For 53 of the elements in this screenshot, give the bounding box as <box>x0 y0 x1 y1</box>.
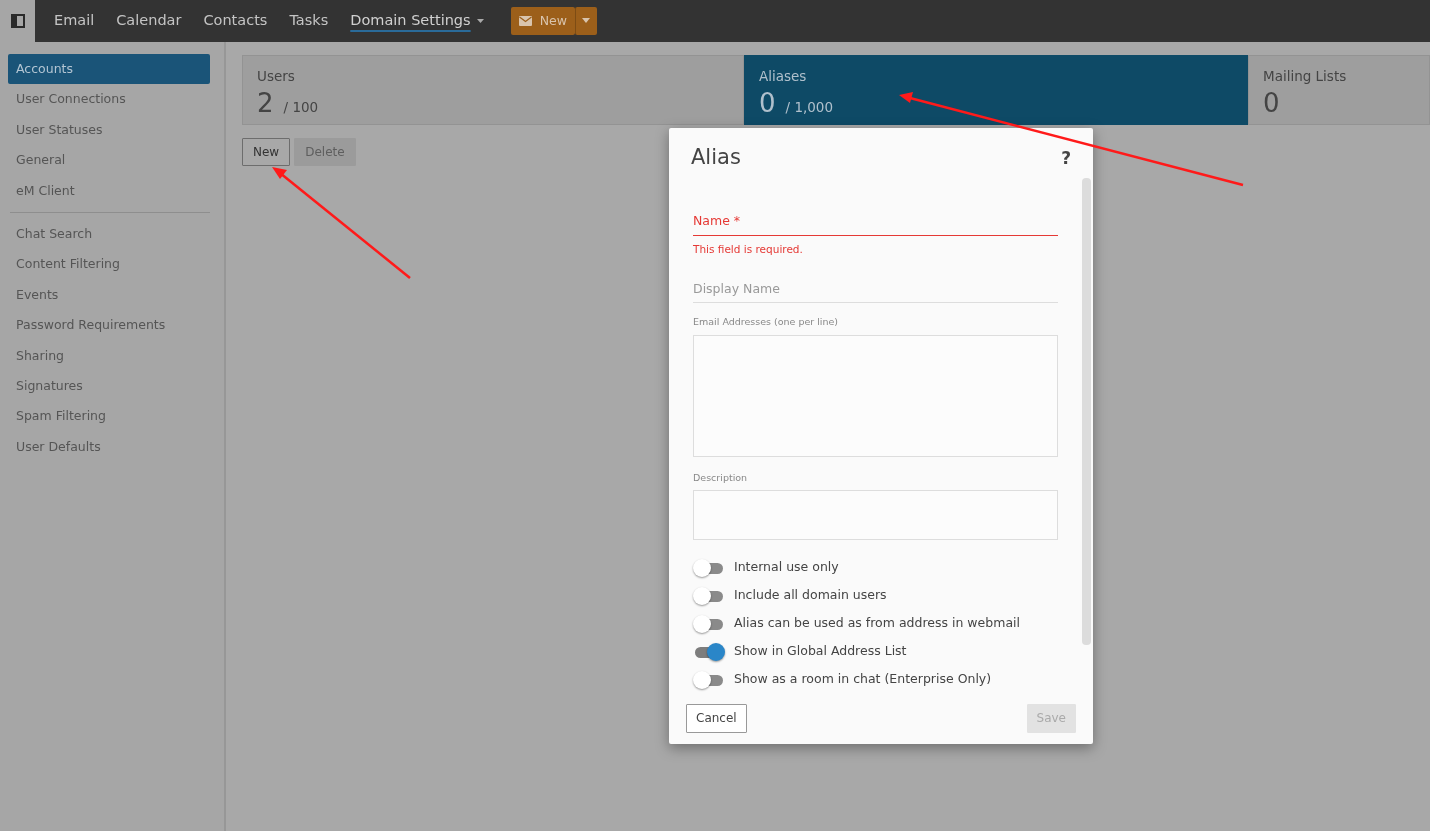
toggle-switch[interactable] <box>693 670 725 689</box>
stat-tile[interactable]: Users 2 / 100 <box>242 55 744 125</box>
toggle-label: Show in Global Address List <box>734 642 907 661</box>
envelope-icon <box>518 16 532 26</box>
sidebar-item[interactable]: Password Requirements <box>8 310 210 341</box>
toggle-switch[interactable] <box>693 642 725 661</box>
toggle-switch[interactable] <box>693 558 725 577</box>
toggle-switch[interactable] <box>693 586 725 605</box>
toggle-label: Alias can be used as from address in webmail <box>734 614 1020 633</box>
nav-tab[interactable]: Tasks <box>278 10 340 32</box>
help-button[interactable]: ? <box>1061 146 1071 172</box>
sidebar-item[interactable]: Sharing <box>8 340 210 371</box>
stat-tile[interactable]: Aliases 0 / 1,000 <box>744 55 1248 125</box>
tile-count: 0 <box>1263 90 1280 117</box>
sidebar-toggle-icon[interactable] <box>10 14 25 28</box>
tile-count: 0 <box>759 90 776 117</box>
sidebar-item[interactable]: Spam Filtering <box>8 401 210 432</box>
sidebar-item[interactable]: Events <box>8 279 210 311</box>
nav-tab[interactable]: Calendar <box>105 10 193 32</box>
nav-tab[interactable]: Contacts <box>192 10 279 32</box>
sidebar-item[interactable]: User Defaults <box>8 431 210 463</box>
new-menu-button[interactable] <box>574 7 597 35</box>
tile-count: 2 <box>257 90 274 117</box>
tile-label: Mailing Lists <box>1263 67 1348 86</box>
stat-tile[interactable]: Mailing Lists 0 <box>1248 55 1430 125</box>
tile-limit: / 1,000 <box>785 98 834 118</box>
toggle-label: Internal use only <box>734 558 839 577</box>
field-label: Email Addresses (one per line) <box>693 315 840 330</box>
tile-limit: / 100 <box>283 98 319 118</box>
nav-tab[interactable]: Domain Settings <box>339 10 495 32</box>
tile-label: Aliases <box>759 67 808 86</box>
scrollbar[interactable] <box>1082 178 1091 645</box>
field-label: Description <box>693 470 749 485</box>
sidebar-item[interactable]: User Connections <box>8 84 210 115</box>
sidebar-item[interactable]: eM Client <box>8 175 210 206</box>
error-message: This field is required. <box>693 241 804 257</box>
tile-label: Users <box>257 67 296 86</box>
dialog-button[interactable]: Cancel <box>686 703 747 733</box>
sidebar-item[interactable]: User Statuses <box>8 114 210 146</box>
caret-icon <box>582 18 591 23</box>
nav-tab[interactable]: Email <box>43 10 106 32</box>
sidebar-item[interactable]: Accounts <box>8 54 210 85</box>
sidebar-item[interactable]: Signatures <box>8 370 210 402</box>
toggle-label: Include all domain users <box>734 586 887 605</box>
dialog-title: Alias <box>691 144 741 171</box>
toggle-switch[interactable] <box>693 614 725 633</box>
text-field[interactable]: Name * <box>693 208 1058 236</box>
sidebar-item[interactable]: General <box>8 145 210 176</box>
toggle-label: Show as a room in chat (Enterprise Only) <box>734 670 992 689</box>
action-button[interactable]: New <box>242 138 291 166</box>
sidebar-item[interactable]: Chat Search <box>8 218 210 250</box>
new-button[interactable]: New <box>510 7 575 35</box>
sidebar-item[interactable]: Content Filtering <box>8 249 210 280</box>
